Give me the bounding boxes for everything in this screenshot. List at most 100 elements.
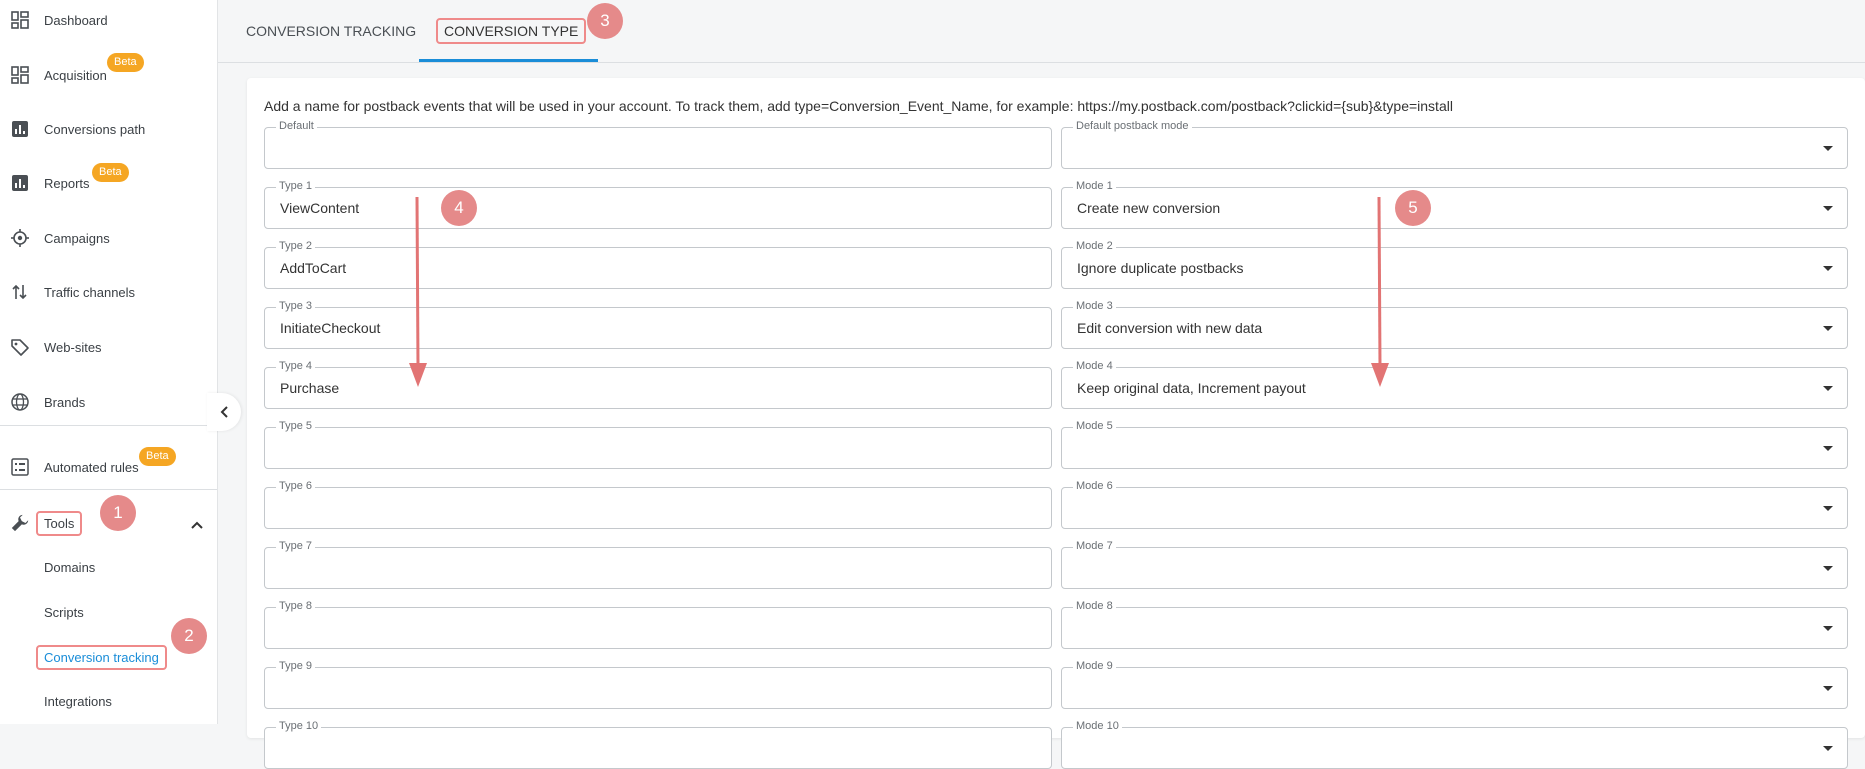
- mode-10-select[interactable]: Mode 10: [1061, 720, 1848, 769]
- mode-2-select[interactable]: Mode 2 Ignore duplicate postbacks: [1061, 240, 1848, 289]
- dropdown-arrow-icon: [1823, 566, 1833, 571]
- down-arrow-annotation-icon: [409, 196, 427, 387]
- field-label: Mode 5: [1073, 420, 1116, 432]
- chevron-up-icon[interactable]: [190, 517, 204, 535]
- mode-4-select[interactable]: Mode 4 Keep original data, Increment payo…: [1061, 360, 1848, 409]
- tab-conversion-type[interactable]: CONVERSION TYPE: [436, 0, 587, 62]
- type-2-input[interactable]: Type 2 AddToCart: [264, 240, 1052, 289]
- beta-badge: Beta: [107, 53, 144, 72]
- field-label: Type 4: [276, 360, 316, 372]
- sidebar-item-label: Brands: [44, 394, 86, 410]
- field-label: Type 6: [276, 480, 316, 492]
- tab-label: CONVERSION TYPE: [436, 18, 587, 44]
- field-label: Mode 3: [1073, 300, 1116, 312]
- field-label: Mode 6: [1073, 480, 1116, 492]
- sidebar-item-conversions-path[interactable]: Conversions path: [0, 109, 217, 149]
- mode-5-select[interactable]: Mode 5: [1061, 420, 1848, 469]
- field-label: Default: [276, 120, 317, 132]
- field-value: InitiateCheckout: [280, 320, 381, 336]
- field-value: ViewContent: [280, 200, 360, 216]
- sidebar-item-campaigns[interactable]: Campaigns: [0, 218, 217, 258]
- default-postback-mode-select[interactable]: Default postback mode: [1061, 120, 1848, 169]
- sidebar-item-label: Automated rules: [44, 459, 139, 475]
- reports-icon: [10, 173, 30, 193]
- tab-bar: CONVERSION TRACKING CONVERSION TYPE: [218, 0, 1865, 63]
- bar-chart-icon: [10, 119, 30, 139]
- mode-3-select[interactable]: Mode 3 Edit conversion with new data: [1061, 300, 1848, 349]
- collapse-sidebar-button[interactable]: [207, 393, 241, 431]
- target-icon: [10, 228, 30, 248]
- type-8-input[interactable]: Type 8: [264, 600, 1052, 649]
- dropdown-arrow-icon: [1823, 686, 1833, 691]
- active-tab-indicator: [419, 59, 598, 62]
- dropdown-arrow-icon: [1823, 386, 1833, 391]
- mode-8-select[interactable]: Mode 8: [1061, 600, 1848, 649]
- type-1-input[interactable]: Type 1 ViewContent: [264, 180, 1052, 229]
- sidebar-divider: [0, 425, 217, 426]
- field-label: Mode 9: [1073, 660, 1116, 672]
- type-5-input[interactable]: Type 5: [264, 420, 1052, 469]
- field-label: Type 5: [276, 420, 316, 432]
- field-label: Mode 8: [1073, 600, 1116, 612]
- field-label: Type 2: [276, 240, 316, 252]
- sidebar-item-label: Dashboard: [44, 12, 108, 28]
- field-value: Create new conversion: [1077, 200, 1221, 216]
- dropdown-arrow-icon: [1823, 206, 1833, 211]
- mode-1-select[interactable]: Mode 1 Create new conversion: [1061, 180, 1848, 229]
- dropdown-arrow-icon: [1823, 146, 1833, 151]
- sidebar-item-label: Web-sites: [44, 339, 102, 355]
- mode-9-select[interactable]: Mode 9: [1061, 660, 1848, 709]
- sidebar-subitem-domains[interactable]: Domains: [44, 560, 95, 575]
- field-label: Type 10: [276, 720, 322, 732]
- field-value: Purchase: [280, 380, 340, 396]
- sidebar-item-label: Reports: [44, 175, 90, 191]
- dropdown-arrow-icon: [1823, 506, 1833, 511]
- sidebar-item-label: Traffic channels: [44, 284, 136, 300]
- step-marker-1: 1: [100, 495, 136, 531]
- field-label: Mode 4: [1073, 360, 1116, 372]
- sidebar-item-brands[interactable]: Brands: [0, 382, 217, 422]
- field-label: Type 3: [276, 300, 316, 312]
- field-label: Mode 2: [1073, 240, 1116, 252]
- type-4-input[interactable]: Type 4 Purchase: [264, 360, 1052, 409]
- sidebar-item-label: Tools: [36, 510, 83, 536]
- down-arrow-annotation-icon: [1371, 196, 1389, 387]
- mode-7-select[interactable]: Mode 7: [1061, 540, 1848, 589]
- sidebar: Dashboard Acquisition Beta Conversions p…: [0, 0, 218, 724]
- field-label: Default postback mode: [1073, 120, 1192, 132]
- traffic-arrows-icon: [10, 282, 30, 302]
- wrench-icon: [10, 513, 30, 533]
- tag-icon: [10, 337, 30, 357]
- dropdown-arrow-icon: [1823, 266, 1833, 271]
- sidebar-item-web-sites[interactable]: Web-sites: [0, 327, 217, 367]
- type-6-input[interactable]: Type 6: [264, 480, 1052, 529]
- dropdown-arrow-icon: [1823, 626, 1833, 631]
- sidebar-subitem-scripts[interactable]: Scripts: [44, 605, 84, 620]
- type-3-input[interactable]: Type 3 InitiateCheckout: [264, 300, 1052, 349]
- type-7-input[interactable]: Type 7: [264, 540, 1052, 589]
- sidebar-item-dashboard[interactable]: Dashboard: [0, 0, 217, 40]
- sidebar-item-label: Conversions path: [44, 121, 146, 137]
- step-marker-4: 4: [441, 190, 477, 226]
- chevron-left-icon: [220, 406, 228, 418]
- globe-icon: [10, 392, 30, 412]
- mode-6-select[interactable]: Mode 6: [1061, 480, 1848, 529]
- field-label: Mode 10: [1073, 720, 1122, 732]
- list-icon: [10, 457, 30, 477]
- field-label: Mode 1: [1073, 180, 1116, 192]
- field-label: Type 8: [276, 600, 316, 612]
- sidebar-subitem-integrations[interactable]: Integrations: [44, 694, 112, 709]
- dropdown-arrow-icon: [1823, 446, 1833, 451]
- type-10-input[interactable]: Type 10: [264, 720, 1052, 769]
- field-value: AddToCart: [280, 260, 347, 276]
- step-marker-2: 2: [171, 618, 207, 654]
- sidebar-subitem-conversion-tracking[interactable]: Conversion tracking: [36, 645, 167, 670]
- field-label: Type 9: [276, 660, 316, 672]
- sidebar-divider: [0, 489, 217, 490]
- type-9-input[interactable]: Type 9: [264, 660, 1052, 709]
- beta-badge: Beta: [139, 447, 176, 466]
- default-type-input[interactable]: Default: [264, 120, 1052, 169]
- sidebar-item-traffic-channels[interactable]: Traffic channels: [0, 272, 217, 312]
- tab-conversion-tracking[interactable]: CONVERSION TRACKING: [246, 0, 416, 62]
- sidebar-item-automated-rules[interactable]: Automated rules: [0, 447, 217, 487]
